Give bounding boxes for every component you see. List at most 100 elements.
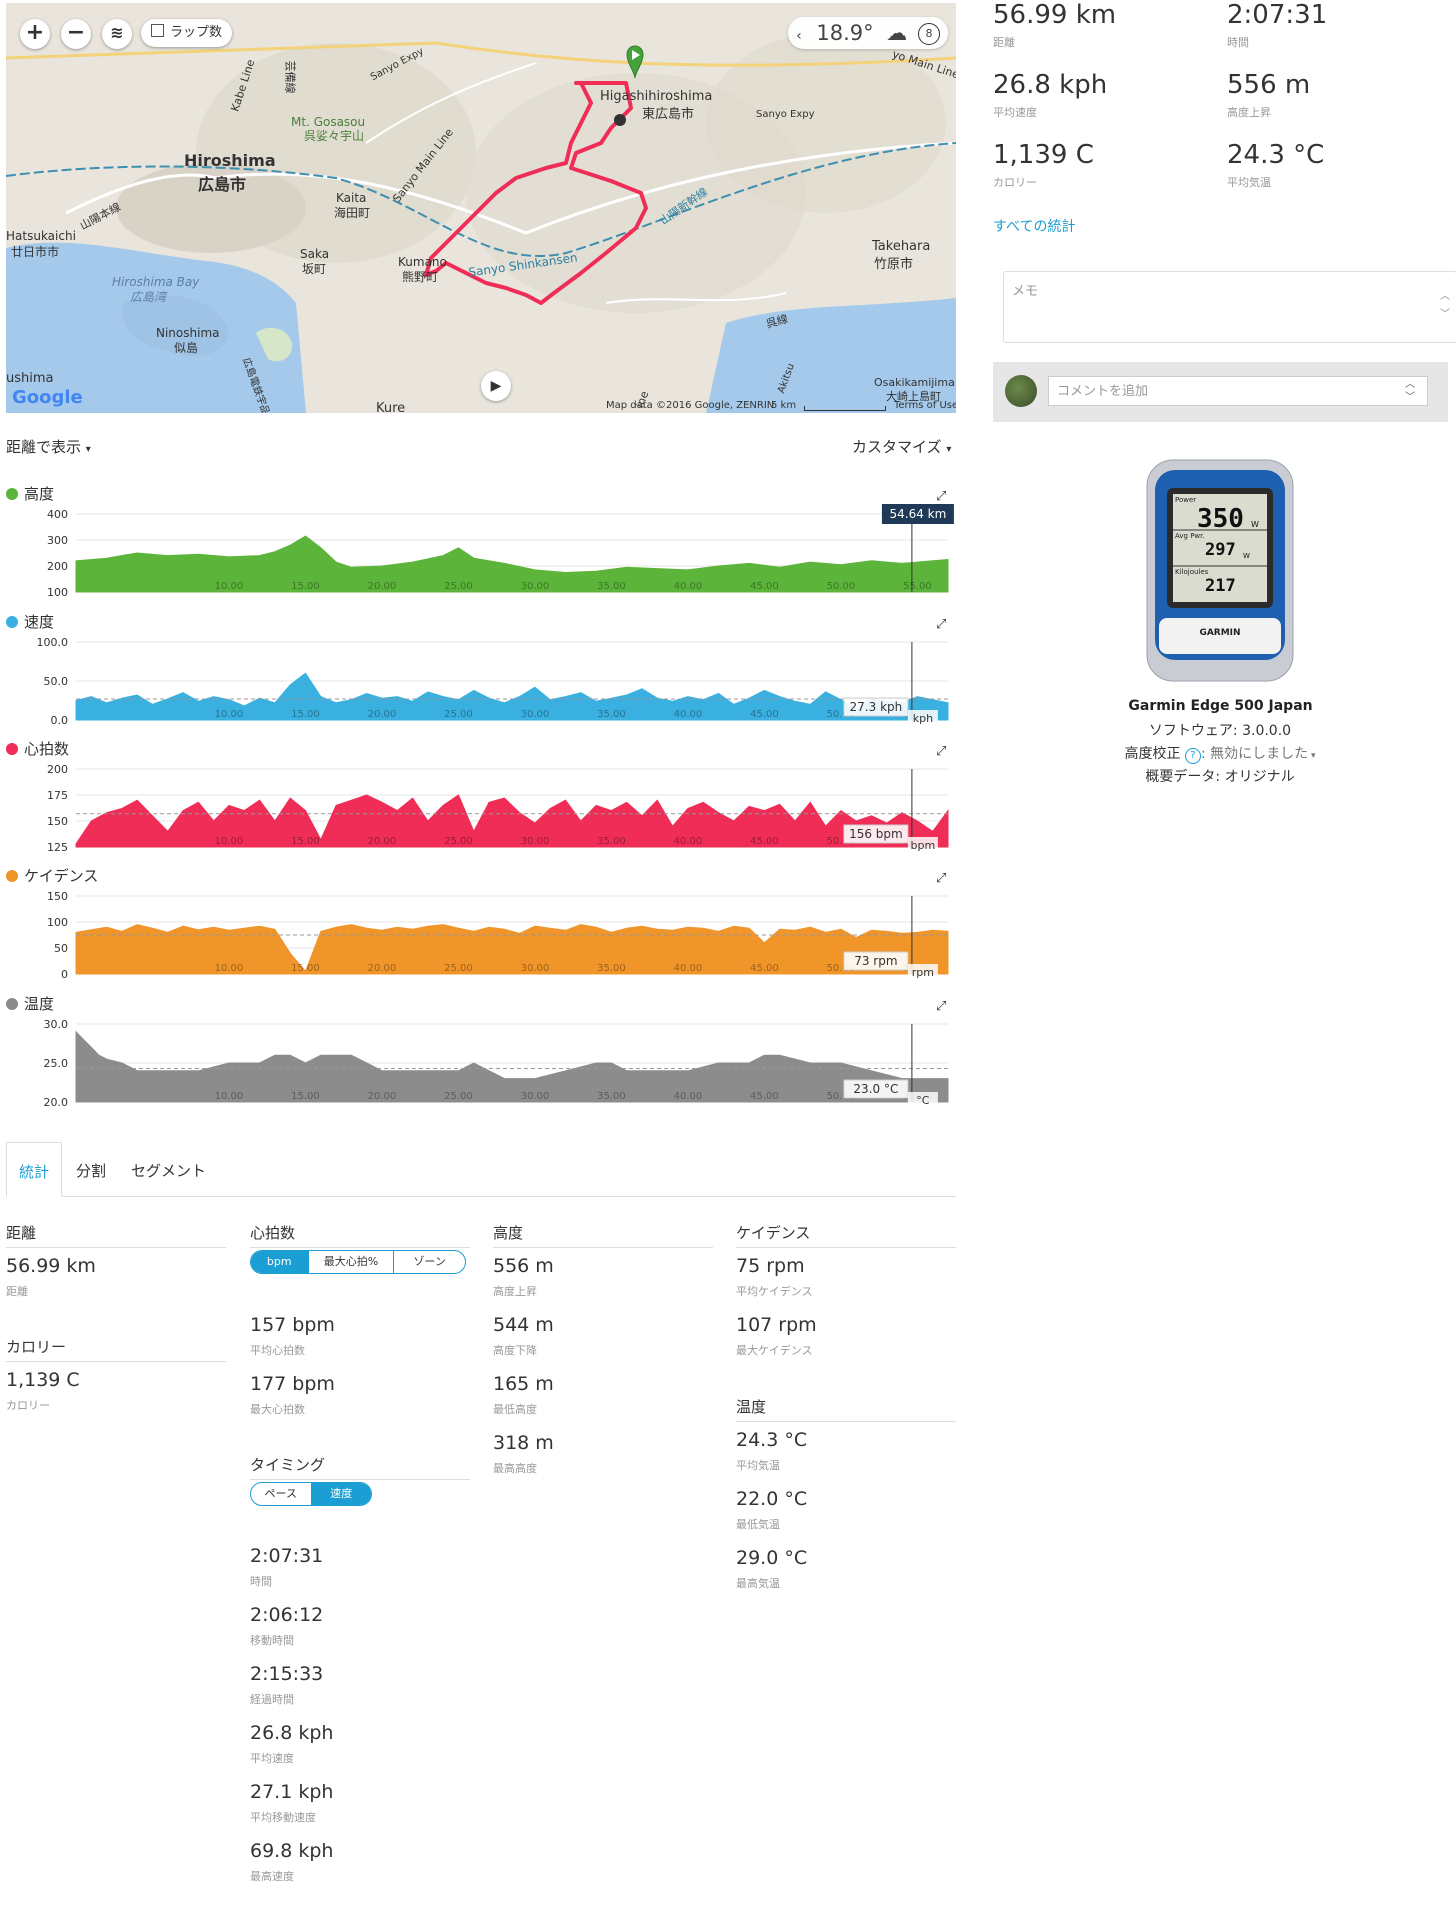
summary-calories: 1,139 C xyxy=(993,140,1094,170)
stats-tabs: 統計 分割 セグメント xyxy=(6,1142,956,1197)
map-label: Kure xyxy=(376,401,406,413)
chart-4[interactable]: 温度 ⤢ 30.0 25.0 20.0 10.00 15.00 20.00 25.00 30.00… xyxy=(0,995,960,1116)
comment-scroll-icon[interactable]: ︿ ﹀ xyxy=(1405,378,1415,404)
x-tick-label: 40.00 xyxy=(674,836,703,847)
map-label: Takehara xyxy=(872,239,931,254)
x-tick-label: 50.00 xyxy=(827,709,856,720)
chart-3[interactable]: ケイデンス ⤢ 150 100 50 0 10.00 15.00 20.00 25.00 30.00… xyxy=(0,867,960,988)
timing-value: 2:15:33 xyxy=(250,1663,324,1685)
caret-down-icon[interactable]: ▾ xyxy=(1308,751,1316,761)
map-label: Hiroshima xyxy=(184,151,276,170)
hr-toggle-zones[interactable]: ゾーン xyxy=(393,1251,465,1273)
expand-icon[interactable]: ⤢ xyxy=(936,489,946,504)
x-tick-label: 55.00 xyxy=(903,1091,932,1102)
cursor-label: 27.3 kph xyxy=(850,700,903,714)
memo-scroll-icon[interactable]: ︿ ﹀ xyxy=(1440,288,1450,324)
x-tick-label: 55.00 xyxy=(903,836,932,847)
cursor-unit: bpm xyxy=(911,839,936,852)
calories-header: カロリー xyxy=(6,1336,226,1362)
hr-unit-toggle: bpm 最大心拍% ゾーン xyxy=(250,1250,466,1274)
timing-label: 最高速度 xyxy=(250,1870,294,1883)
play-icon: ▶ xyxy=(490,378,502,394)
view-by-distance-dropdown[interactable]: 距離で表示 ▾ xyxy=(6,436,91,457)
map-label: Kaita xyxy=(336,191,367,205)
x-tick-label: 10.00 xyxy=(215,581,244,592)
x-tick-label: 20.00 xyxy=(368,963,397,974)
cursor-label: 73 rpm xyxy=(854,954,897,968)
hr-toggle-bpm[interactable]: bpm xyxy=(251,1251,308,1273)
chart-1[interactable]: 速度 ⤢ 100.0 50.0 0.0 10.00 15.00 20.00 25.00 30.00… xyxy=(0,613,960,734)
elevation-value: 556 m xyxy=(493,1255,554,1277)
summary-time: 2:07:31 xyxy=(1227,0,1328,30)
lap-checkbox[interactable] xyxy=(151,24,164,37)
garmin-logo: GARMIN xyxy=(1199,628,1241,638)
x-tick-label: 40.00 xyxy=(674,1091,703,1102)
hr-toggle-max-percent[interactable]: 最大心拍% xyxy=(307,1251,394,1273)
y-tick-label: 100 xyxy=(47,916,68,929)
tab-segments[interactable]: セグメント xyxy=(131,1142,206,1196)
tab-splits[interactable]: 分割 xyxy=(76,1142,106,1196)
view-label: 距離で表示 xyxy=(6,438,82,456)
x-tick-label: 20.00 xyxy=(368,1091,397,1102)
x-tick-label: 15.00 xyxy=(291,836,320,847)
x-tick-label: 40.00 xyxy=(674,963,703,974)
elevation-correction-value[interactable]: : 無効にしました xyxy=(1201,746,1308,762)
expand-icon[interactable]: ⤢ xyxy=(936,871,946,886)
chart-0[interactable]: 高度 ⤢ 400 300 200 100 10.00 15.00 20.00 25.00 30.00… xyxy=(0,485,960,606)
lap-toggle[interactable]: ラップ数 xyxy=(141,19,233,47)
x-tick-label: 50.00 xyxy=(827,836,856,847)
timing-label: 平均移動速度 xyxy=(250,1811,316,1824)
expand-icon[interactable]: ⤢ xyxy=(936,999,946,1014)
zoom-out-button[interactable]: − xyxy=(61,19,91,49)
expand-icon[interactable]: ⤢ xyxy=(936,744,946,759)
expand-icon[interactable]: ⤢ xyxy=(936,617,946,632)
x-tick-label: 25.00 xyxy=(444,709,473,720)
comment-input[interactable]: コメントを追加 xyxy=(1048,376,1428,406)
distance-value: 56.99 km xyxy=(6,1255,96,1277)
chart-title: 速度 xyxy=(24,613,54,631)
device-name: Garmin Edge 500 Japan xyxy=(1128,698,1313,714)
elevation-value: 318 m xyxy=(493,1432,554,1454)
tab-stats[interactable]: 統計 xyxy=(6,1142,63,1197)
timing-toggle-speed[interactable]: 速度 xyxy=(310,1483,371,1505)
all-stats-link[interactable]: すべての統計 xyxy=(993,216,1075,236)
x-tick-label: 45.00 xyxy=(750,709,779,720)
y-tick-label: 400 xyxy=(47,508,68,521)
x-tick-label: 30.00 xyxy=(521,581,550,592)
device-screen-value: 217 xyxy=(1205,576,1236,596)
play-button[interactable]: ▶ xyxy=(481,371,511,401)
device-screen-value: 350 xyxy=(1197,504,1244,534)
layers-icon[interactable]: ≋ xyxy=(102,19,132,49)
map-label: 竹原市 xyxy=(874,257,914,272)
summary-label: 距離 xyxy=(993,36,1015,49)
y-tick-label: 150 xyxy=(47,815,68,828)
customize-dropdown[interactable]: カスタマイズ ▾ xyxy=(852,436,951,457)
device-screen-unit: W xyxy=(1251,520,1259,529)
chevron-left-icon[interactable]: ‹ xyxy=(796,28,802,44)
timing-toggle-pace[interactable]: ペース xyxy=(251,1483,311,1505)
cursor-unit-box xyxy=(907,1092,938,1108)
x-tick-label: 30.00 xyxy=(521,709,550,720)
summary-speed: 26.8 kph xyxy=(993,70,1108,100)
help-icon[interactable]: ? xyxy=(1184,748,1201,764)
memo-field[interactable]: メモ ︿ ﹀ xyxy=(1003,271,1456,343)
x-tick-label: 35.00 xyxy=(597,963,626,974)
zoom-in-button[interactable]: + xyxy=(20,19,50,49)
series-area xyxy=(75,1030,949,1103)
y-tick-label: 175 xyxy=(47,789,68,802)
cadence-header: ケイデンス xyxy=(736,1222,956,1248)
summary-label: 時間 xyxy=(1227,36,1249,49)
wind-icon: 8 xyxy=(918,23,940,45)
device-screen-label: Avg Pwr. xyxy=(1175,532,1205,540)
series-dot xyxy=(6,488,18,500)
temperature-value: 24.3 °C xyxy=(736,1429,808,1451)
route-map[interactable]: + − ≋ ラップ数 ‹ 18.9° ☁ 8 Hiroshima 広島市 Mt.… xyxy=(6,3,956,413)
terms-link[interactable]: Terms of Use xyxy=(894,400,956,411)
max-hr-label: 最大心拍数 xyxy=(250,1403,305,1416)
chart-title: 温度 xyxy=(24,995,54,1013)
chart-2[interactable]: 心拍数 ⤢ 200 175 150 125 10.00 15.00 20.00 25.00 30.0… xyxy=(0,740,960,861)
map-label: 広島市 xyxy=(198,175,247,194)
device-image: Power 350 W Avg Pwr. 297 W Kilojoules 21… xyxy=(1145,458,1295,683)
x-tick-label: 35.00 xyxy=(597,1091,626,1102)
series-area xyxy=(75,672,949,721)
